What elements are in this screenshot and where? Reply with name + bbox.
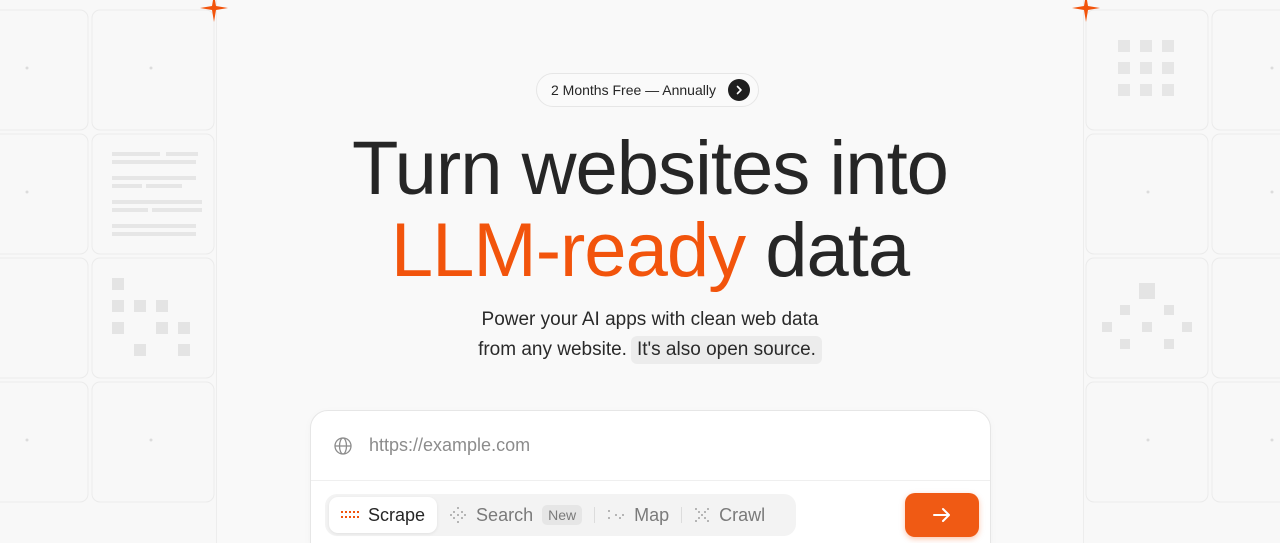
mode-tabs: Scrape Search New Map Crawl bbox=[325, 494, 796, 536]
scrape-card: Scrape Search New bbox=[310, 410, 991, 543]
tab-scrape[interactable]: Scrape bbox=[329, 497, 438, 533]
promo-badge-label: 2 Months Free — Annually bbox=[551, 82, 716, 98]
tab-search[interactable]: Search New bbox=[437, 497, 594, 533]
submit-button[interactable] bbox=[905, 493, 979, 537]
tab-scrape-label: Scrape bbox=[368, 504, 426, 525]
subtitle-text: from any website. bbox=[478, 339, 627, 360]
scrape-dots-icon bbox=[341, 511, 359, 518]
chevron-right-icon bbox=[727, 79, 750, 101]
url-row bbox=[311, 411, 990, 481]
tab-search-label: Search bbox=[476, 504, 534, 525]
headline-rest: data bbox=[745, 208, 910, 293]
tab-map[interactable]: Map bbox=[595, 497, 681, 533]
page: 2 Months Free — Annually Turn websites i… bbox=[0, 0, 1280, 543]
url-input[interactable] bbox=[367, 434, 927, 457]
sparkle-icon bbox=[200, 0, 228, 22]
open-source-link[interactable]: It's also open source. bbox=[630, 336, 822, 364]
globe-icon bbox=[334, 436, 352, 455]
arrow-right-icon bbox=[933, 508, 950, 522]
tab-crawl[interactable]: Crawl bbox=[682, 497, 777, 533]
tab-map-label: Map bbox=[634, 504, 670, 525]
crawl-icon bbox=[695, 508, 710, 522]
map-dots-icon bbox=[608, 510, 625, 519]
tab-crawl-label: Crawl bbox=[719, 504, 766, 525]
search-dots-icon bbox=[450, 507, 467, 523]
new-badge: New bbox=[542, 505, 583, 525]
subtitle-line-2: from any website. It's also open source. bbox=[216, 334, 1084, 366]
promo-badge[interactable]: 2 Months Free — Annually bbox=[536, 73, 759, 107]
headline-line-2: LLM-ready data bbox=[216, 213, 1084, 289]
headline-accent: LLM-ready bbox=[390, 208, 746, 293]
subtitle-line-1: Power your AI apps with clean web data bbox=[481, 309, 819, 330]
sparkle-icon bbox=[1072, 0, 1100, 22]
headline-line-1: Turn websites into bbox=[352, 126, 949, 211]
